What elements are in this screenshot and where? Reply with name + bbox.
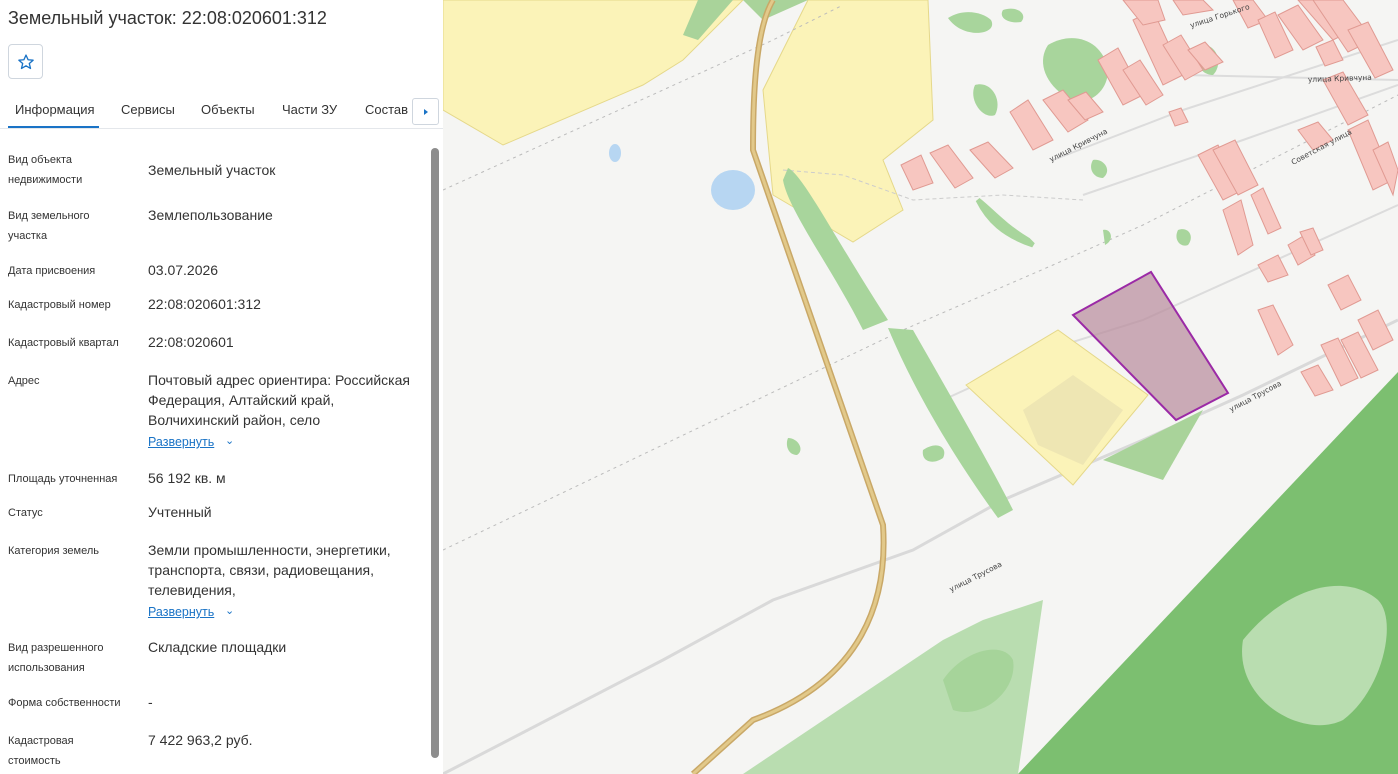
street-label: улица Кривчуна — [1308, 73, 1372, 84]
info-value: 56 192 кв. м — [148, 470, 226, 486]
star-icon — [17, 53, 34, 69]
green-patch — [973, 84, 998, 116]
chevron-down-icon: ⌄ — [225, 435, 235, 447]
tabs-next-button[interactable] — [412, 98, 439, 125]
lake — [711, 170, 755, 210]
tab-composition[interactable]: Состав — [365, 102, 408, 117]
info-value: 7 422 963,2 руб. — [148, 732, 253, 748]
scrollbar-thumb[interactable] — [431, 148, 439, 758]
info-label: Кадастровая стоимость — [8, 735, 74, 767]
info-value: - — [148, 694, 153, 710]
info-value: 22:08:020601:312 — [148, 296, 261, 312]
street-label: улица Трусова — [1228, 379, 1283, 414]
info-label: Вид разрешенного использования — [8, 642, 104, 674]
info-label: Статус — [8, 507, 43, 519]
info-value: 03.07.2026 — [148, 262, 219, 278]
info-label: Категория земель — [8, 545, 99, 557]
info-label: Вид земельного участка — [8, 210, 90, 242]
green-patch — [922, 445, 945, 462]
green-patch — [948, 12, 993, 33]
info-label: Форма собственности — [8, 697, 121, 709]
green-patch — [743, 0, 808, 20]
info-value: Почтовый адрес ориентира: Российская Фед… — [148, 372, 410, 428]
info-label: Дата присвоения — [8, 265, 96, 277]
tab-bar: Информация Сервисы Объекты Части ЗУ Сост… — [0, 96, 443, 129]
favorite-button[interactable] — [8, 44, 43, 79]
tab-information[interactable]: Информация — [15, 102, 95, 117]
info-panel: Земельный участок: 22:08:020601:312 Инфо… — [0, 0, 443, 774]
info-value: 22:08:020601 — [148, 334, 234, 350]
map-view[interactable]: улица Горького улица Кривчуна улица Крив… — [443, 0, 1398, 774]
street-label: улица Трусова — [948, 560, 1003, 594]
green-patch — [975, 198, 1035, 248]
info-value: Земельный участок — [148, 162, 276, 178]
tab-objects[interactable]: Объекты — [201, 102, 255, 117]
street-label: улица Кривчуна — [1048, 127, 1109, 164]
address-expand-link[interactable]: Развернуть — [148, 435, 214, 449]
active-tab-indicator — [8, 126, 99, 128]
green-patch — [1043, 38, 1108, 101]
tab-services[interactable]: Сервисы — [121, 102, 175, 117]
info-label: Кадастровый номер — [8, 299, 111, 311]
chevron-down-icon: ⌄ — [225, 605, 235, 617]
category-expand-link[interactable]: Развернуть — [148, 605, 214, 619]
page-title: Земельный участок: 22:08:020601:312 — [8, 8, 327, 28]
info-value: Учтенный — [148, 504, 212, 520]
info-value: Складские площадки — [148, 639, 287, 655]
green-patch — [786, 438, 801, 455]
green-patch — [1001, 8, 1024, 23]
info-label: Площадь уточненная — [8, 473, 118, 485]
info-label: Адрес — [8, 375, 40, 387]
zone-yellow-top — [762, 0, 934, 243]
map-canvas[interactable]: улица Горького улица Кривчуна улица Крив… — [443, 0, 1398, 774]
chevron-right-icon — [423, 108, 428, 115]
info-value: Землепользование — [148, 207, 273, 223]
green-patch — [1091, 159, 1108, 178]
tab-parts[interactable]: Части ЗУ — [282, 102, 337, 117]
pond — [609, 144, 621, 162]
info-value: Земли промышленности, энергетики, трансп… — [148, 542, 391, 598]
green-strip — [888, 328, 1013, 518]
info-label: Вид объекта недвижимости — [8, 154, 83, 186]
info-label: Кадастровый квартал — [8, 337, 119, 349]
green-patch — [1176, 229, 1191, 246]
